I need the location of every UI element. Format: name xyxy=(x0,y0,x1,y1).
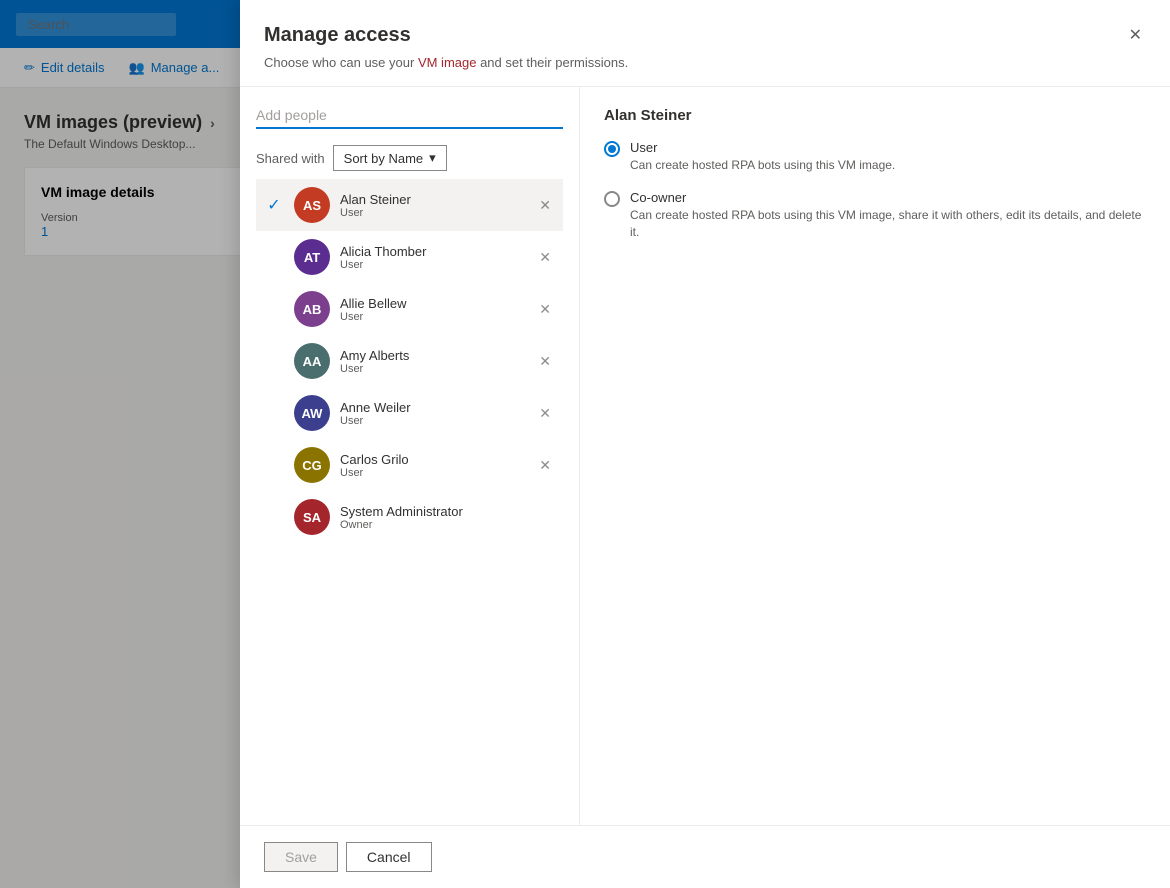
sort-dropdown[interactable]: Sort by Name ▾ xyxy=(333,145,447,171)
save-button[interactable]: Save xyxy=(264,842,338,872)
list-item[interactable]: AW Anne Weiler User ✕ xyxy=(256,387,563,439)
person-name: Amy Alberts xyxy=(340,348,525,363)
person-name: Alan Steiner xyxy=(340,192,525,207)
remove-person-button[interactable]: ✕ xyxy=(535,401,555,426)
cancel-button[interactable]: Cancel xyxy=(346,842,432,872)
permission-label-user: User xyxy=(630,140,895,155)
radio-user[interactable] xyxy=(604,141,620,157)
person-role: User xyxy=(340,363,525,375)
remove-person-button[interactable]: ✕ xyxy=(535,245,555,270)
person-info: Alan Steiner User xyxy=(340,192,525,219)
shared-with-row: Shared with Sort by Name ▾ xyxy=(256,145,563,171)
chevron-down-icon: ▾ xyxy=(429,150,436,166)
list-item[interactable]: AB Allie Bellew User ✕ xyxy=(256,283,563,335)
sort-label: Sort by Name xyxy=(344,151,423,166)
person-info: Carlos Grilo User xyxy=(340,452,525,479)
person-info: System Administrator Owner xyxy=(340,504,555,531)
modal-header: Manage access Choose who can use your VM… xyxy=(240,0,1170,87)
permission-details-user: User Can create hosted RPA bots using th… xyxy=(630,140,895,174)
person-info: Allie Bellew User xyxy=(340,296,525,323)
radio-coowner[interactable] xyxy=(604,191,620,207)
person-role: User xyxy=(340,311,525,323)
person-name: Alicia Thomber xyxy=(340,244,525,259)
person-role: User xyxy=(340,415,525,427)
modal-body: Shared with Sort by Name ▾ ✓ AS Alan Ste… xyxy=(240,87,1170,825)
list-item[interactable]: AT Alicia Thomber User ✕ xyxy=(256,231,563,283)
person-name: Anne Weiler xyxy=(340,400,525,415)
person-info: Anne Weiler User xyxy=(340,400,525,427)
avatar: AA xyxy=(294,343,330,379)
modal-footer: Save Cancel xyxy=(240,825,1170,888)
add-people-input[interactable] xyxy=(256,103,563,129)
permission-label-coowner: Co-owner xyxy=(630,190,1146,205)
permission-option-coowner[interactable]: Co-owner Can create hosted RPA bots usin… xyxy=(604,190,1146,241)
left-panel: Shared with Sort by Name ▾ ✓ AS Alan Ste… xyxy=(240,87,580,825)
subtitle-highlight: VM image xyxy=(418,55,477,70)
avatar: AS xyxy=(294,187,330,223)
avatar: CG xyxy=(294,447,330,483)
avatar: AB xyxy=(294,291,330,327)
permission-option-user[interactable]: User Can create hosted RPA bots using th… xyxy=(604,140,1146,174)
permission-desc-coowner: Can create hosted RPA bots using this VM… xyxy=(630,207,1146,241)
person-role: User xyxy=(340,207,525,219)
list-item[interactable]: ✓ AS Alan Steiner User ✕ xyxy=(256,179,563,231)
checkmark-icon: ✓ xyxy=(264,195,284,215)
permission-desc-user: Can create hosted RPA bots using this VM… xyxy=(630,157,895,174)
list-item[interactable]: CG Carlos Grilo User ✕ xyxy=(256,439,563,491)
remove-person-button[interactable]: ✕ xyxy=(535,297,555,322)
avatar: AT xyxy=(294,239,330,275)
people-list: ✓ AS Alan Steiner User ✕ AT Alicia Thomb… xyxy=(256,179,563,809)
close-button[interactable]: ✕ xyxy=(1125,24,1146,48)
modal-subtitle: Choose who can use your VM image and set… xyxy=(264,55,628,70)
person-role: User xyxy=(340,259,525,271)
modal-title: Manage access xyxy=(264,24,628,47)
person-name: Carlos Grilo xyxy=(340,452,525,467)
person-role: Owner xyxy=(340,519,555,531)
remove-person-button[interactable]: ✕ xyxy=(535,349,555,374)
remove-person-button[interactable]: ✕ xyxy=(535,193,555,218)
selected-person-name: Alan Steiner xyxy=(604,107,1146,124)
permission-details-coowner: Co-owner Can create hosted RPA bots usin… xyxy=(630,190,1146,241)
shared-with-label: Shared with xyxy=(256,151,325,166)
person-info: Amy Alberts User xyxy=(340,348,525,375)
person-name: System Administrator xyxy=(340,504,555,519)
right-panel: Alan Steiner User Can create hosted RPA … xyxy=(580,87,1170,825)
person-name: Allie Bellew xyxy=(340,296,525,311)
person-role: User xyxy=(340,467,525,479)
avatar: AW xyxy=(294,395,330,431)
person-info: Alicia Thomber User xyxy=(340,244,525,271)
manage-access-modal: Manage access Choose who can use your VM… xyxy=(240,0,1170,888)
modal-header-content: Manage access Choose who can use your VM… xyxy=(264,24,628,70)
list-item[interactable]: AA Amy Alberts User ✕ xyxy=(256,335,563,387)
avatar: SA xyxy=(294,499,330,535)
remove-person-button[interactable]: ✕ xyxy=(535,453,555,478)
list-item[interactable]: SA System Administrator Owner xyxy=(256,491,563,543)
